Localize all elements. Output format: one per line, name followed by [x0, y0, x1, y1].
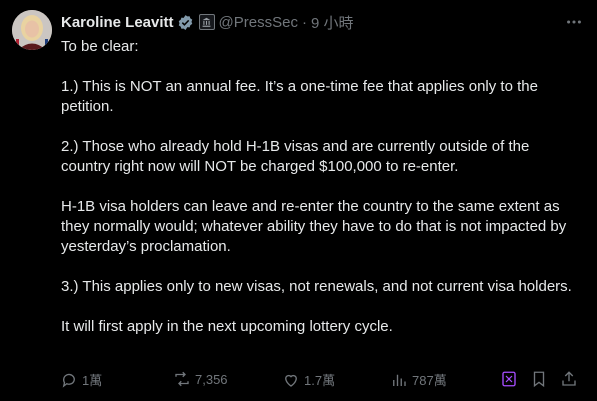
- repost-icon: [175, 371, 189, 387]
- grok-icon: [502, 371, 516, 387]
- avatar[interactable]: [12, 10, 52, 50]
- like-button[interactable]: 1.7萬: [282, 370, 335, 389]
- repost-count: 7,356: [195, 371, 228, 387]
- tweet-paragraph: To be clear:: [61, 38, 139, 55]
- tweet-paragraph: H-1B visa holders can leave and re-enter…: [61, 198, 567, 255]
- author-handle[interactable]: @PressSec: [219, 14, 298, 31]
- bookmark-button[interactable]: [530, 370, 548, 388]
- reply-button[interactable]: 1萬: [60, 370, 102, 389]
- tweet-paragraph: 2.) Those who already hold H-1B visas an…: [61, 138, 530, 175]
- reply-count: 1萬: [82, 373, 103, 388]
- tweet-actions: 1萬 7,356 1.7萬 787萬: [60, 370, 583, 390]
- tweet-paragraph: 3.) This applies only to new visas, not …: [61, 278, 572, 295]
- share-button[interactable]: [560, 370, 578, 388]
- more-options-icon[interactable]: [565, 13, 583, 36]
- repost-button[interactable]: 7,356: [173, 370, 228, 388]
- bookmark-icon: [533, 371, 545, 388]
- share-icon: [562, 371, 576, 386]
- views-button[interactable]: 787萬: [390, 370, 447, 389]
- views-chart-icon: [393, 374, 406, 386]
- tweet-header: Karoline Leavitt @PressSec · 9 小時: [61, 12, 583, 32]
- author-name[interactable]: Karoline Leavitt: [61, 14, 174, 31]
- like-count: 1.7萬: [304, 373, 336, 388]
- tweet-body: To be clear: 1.) This is NOT an annual f…: [61, 37, 581, 337]
- timestamp[interactable]: 9 小時: [311, 12, 354, 33]
- tweet-paragraph: It will first apply in the next upcoming…: [61, 318, 393, 335]
- tweet-paragraph: 1.) This is NOT an annual fee. It’s a on…: [61, 78, 538, 115]
- reply-icon: [62, 373, 75, 388]
- grok-button[interactable]: [500, 370, 518, 388]
- verified-check-icon[interactable]: [177, 14, 194, 31]
- views-count: 787萬: [412, 373, 447, 388]
- heart-icon: [285, 374, 297, 387]
- avatar-image: [12, 10, 52, 50]
- government-badge-icon[interactable]: [198, 14, 215, 30]
- separator-dot: ·: [301, 13, 307, 31]
